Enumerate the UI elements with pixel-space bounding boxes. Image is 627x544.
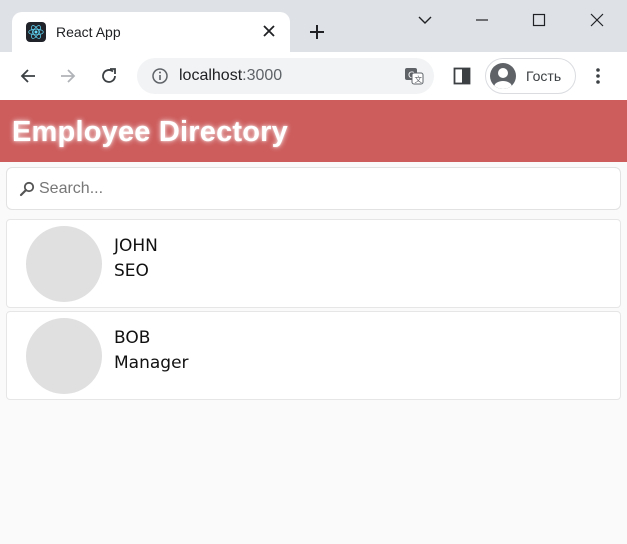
- employee-avatar: [26, 318, 102, 394]
- profile-button[interactable]: Гость: [485, 58, 576, 94]
- more-menu-icon[interactable]: [588, 64, 608, 88]
- reload-icon[interactable]: [97, 64, 121, 88]
- react-logo-icon: [26, 22, 46, 42]
- tab-title: React App: [56, 24, 121, 40]
- svg-text:文: 文: [415, 74, 423, 84]
- guest-avatar-icon: [490, 63, 516, 89]
- side-panel-icon[interactable]: [450, 64, 474, 88]
- page-content: Employee Directory JOHN SEO BOB Manager: [0, 100, 627, 544]
- minimize-icon[interactable]: [470, 8, 494, 32]
- tab-search-chevron-icon[interactable]: [413, 8, 437, 32]
- maximize-icon[interactable]: [527, 8, 551, 32]
- employee-name: BOB: [114, 328, 151, 348]
- app-header: Employee Directory: [0, 100, 627, 162]
- new-tab-icon[interactable]: [305, 20, 329, 44]
- close-window-icon[interactable]: [585, 8, 609, 32]
- url-port: :3000: [242, 67, 283, 84]
- forward-arrow-icon[interactable]: [56, 64, 80, 88]
- employee-card[interactable]: BOB Manager: [6, 311, 621, 400]
- page-title: Employee Directory: [12, 116, 288, 148]
- employee-name: JOHN: [114, 236, 158, 256]
- search-box[interactable]: [6, 167, 621, 210]
- browser-tab[interactable]: React App: [12, 12, 290, 52]
- employee-role: Manager: [114, 353, 189, 373]
- employee-role: SEO: [114, 261, 149, 281]
- site-info-icon[interactable]: [151, 67, 169, 85]
- close-tab-icon[interactable]: [260, 22, 278, 40]
- url-host: localhost: [179, 67, 243, 84]
- translate-icon[interactable]: G文: [404, 66, 424, 86]
- browser-toolbar: localhost:3000 G文 Гость: [0, 52, 627, 100]
- search-icon: [19, 181, 35, 197]
- profile-label: Гость: [526, 68, 562, 84]
- address-bar[interactable]: localhost:3000 G文: [137, 58, 434, 94]
- employee-card[interactable]: JOHN SEO: [6, 219, 621, 308]
- tab-strip: React App: [0, 0, 627, 52]
- search-input[interactable]: [39, 176, 609, 202]
- employee-avatar: [26, 226, 102, 302]
- back-arrow-icon[interactable]: [16, 64, 40, 88]
- url-text: localhost:3000: [179, 67, 282, 85]
